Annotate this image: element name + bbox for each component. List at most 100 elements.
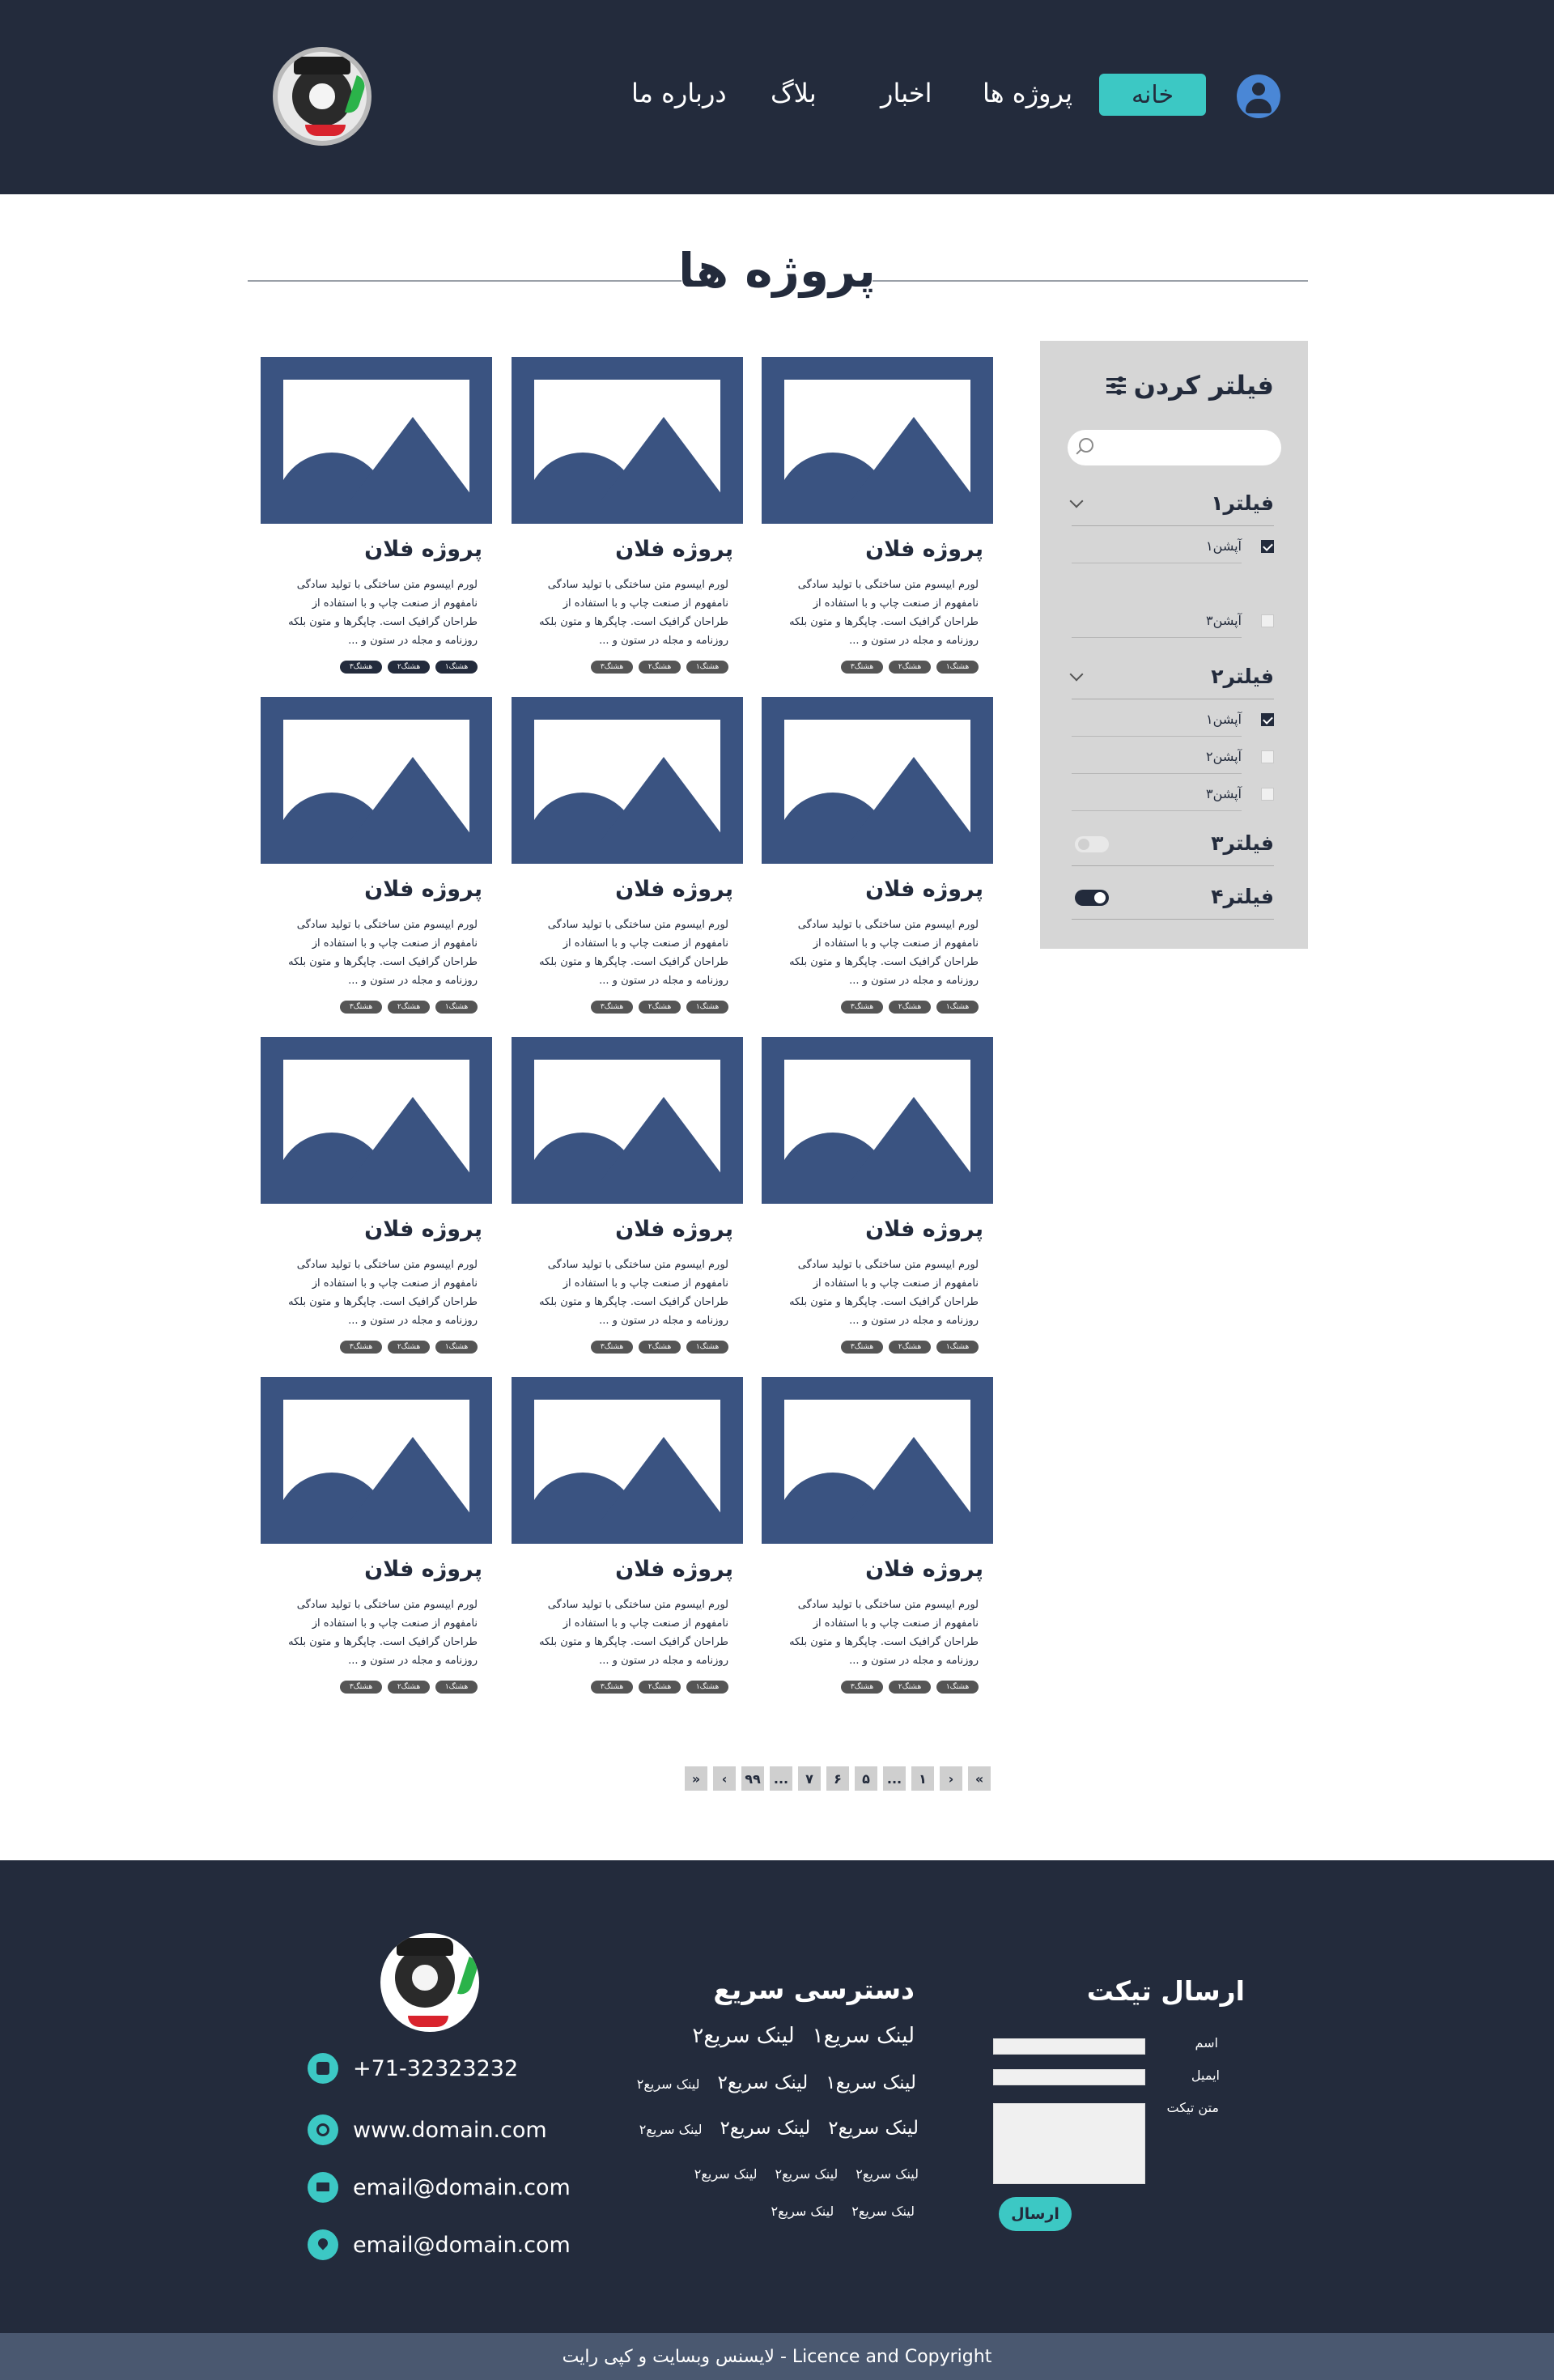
quick-link[interactable]: لینک سریع۲ [720,2118,811,2139]
image-placeholder-icon[interactable] [261,1377,492,1544]
user-avatar-icon[interactable] [1237,74,1280,118]
hashtag-badge[interactable]: هشتگ۳ [591,1001,633,1014]
page-button[interactable]: ۱ [911,1766,934,1791]
card-title[interactable]: پروژه فلان [615,877,733,902]
page-button[interactable]: ۶ [826,1766,849,1791]
hashtag-badge[interactable]: هشتگ۲ [639,1681,681,1694]
filter-3-toggle[interactable] [1075,836,1109,852]
project-card[interactable]: پروژه فلان لورم ایپسوم متن ساختگی با تول… [512,357,743,681]
hashtag-badge[interactable]: هشتگ۲ [388,1681,430,1694]
image-placeholder-icon[interactable] [512,1037,743,1204]
ticket-email-input[interactable] [993,2069,1145,2085]
brand-logo[interactable] [273,47,372,146]
hashtag-badge[interactable]: هشتگ۳ [841,1341,883,1354]
project-card[interactable]: پروژه فلان لورم ایپسوم متن ساختگی با تول… [512,697,743,1021]
hashtag-badge[interactable]: هشتگ۲ [388,661,430,674]
hashtag-badge[interactable]: هشتگ۲ [639,1001,681,1014]
filter-search-input[interactable] [1068,430,1281,465]
filter-group-2[interactable]: فیلتر۲ [1069,665,1274,699]
project-card[interactable]: پروژه فلان لورم ایپسوم متن ساختگی با تول… [512,1037,743,1361]
chevron-down-icon[interactable] [1069,667,1084,682]
image-placeholder-icon[interactable] [762,357,993,524]
hashtag-badge[interactable]: هشتگ۳ [591,1341,633,1354]
hashtag-badge[interactable]: هشتگ۱ [435,1681,478,1694]
card-title[interactable]: پروژه فلان [364,877,482,902]
page-button[interactable]: ۷ [798,1766,821,1791]
quick-link[interactable]: لینک سریع۲ [828,2118,919,2139]
nav-about[interactable]: درباره ما [631,78,727,108]
image-placeholder-icon[interactable] [762,1377,993,1544]
contact-email[interactable]: email@domain.com [308,2172,571,2203]
option-checkbox[interactable] [1261,713,1274,726]
quick-link[interactable]: لینک سریع۲ [694,2166,758,2182]
card-title[interactable]: پروژه فلان [865,877,983,902]
card-title[interactable]: پروژه فلان [364,537,482,562]
quick-link[interactable]: لینک سریع۲ [851,2204,915,2219]
hashtag-badge[interactable]: هشتگ۲ [889,1001,931,1014]
hashtag-badge[interactable]: هشتگ۱ [435,1341,478,1354]
image-placeholder-icon[interactable] [512,697,743,864]
project-card[interactable]: پروژه فلان لورم ایپسوم متن ساختگی با تول… [261,697,492,1021]
card-title[interactable]: پروژه فلان [364,1217,482,1242]
quick-link[interactable]: لینک سریع۲ [771,2204,834,2219]
nav-blog[interactable]: بلاگ [771,78,817,108]
page-button[interactable]: « [968,1766,991,1791]
quick-link[interactable]: لینک سریع۱ [813,2024,915,2048]
image-placeholder-icon[interactable] [261,357,492,524]
card-title[interactable]: پروژه فلان [865,1217,983,1242]
quick-link[interactable]: لینک سریع۲ [856,2166,919,2182]
image-placeholder-icon[interactable] [762,697,993,864]
hashtag-badge[interactable]: هشتگ۲ [639,1341,681,1354]
hashtag-badge[interactable]: هشتگ۳ [591,1681,633,1694]
hashtag-badge[interactable]: هشتگ۲ [388,1001,430,1014]
page-button[interactable]: ۹۹ [741,1766,764,1791]
ticket-name-input[interactable] [993,2038,1145,2055]
page-button[interactable]: › [940,1766,962,1791]
hashtag-badge[interactable]: هشتگ۲ [889,1681,931,1694]
chevron-down-icon[interactable] [1069,494,1084,508]
hashtag-badge[interactable]: هشتگ۱ [936,1341,979,1354]
option-checkbox[interactable] [1261,540,1274,553]
hashtag-badge[interactable]: هشتگ۳ [340,661,382,674]
image-placeholder-icon[interactable] [512,357,743,524]
hashtag-badge[interactable]: هشتگ۳ [841,661,883,674]
page-button[interactable]: ... [883,1766,906,1791]
image-placeholder-icon[interactable] [762,1037,993,1204]
ticket-send-button[interactable]: ارسال [999,2197,1072,2231]
ticket-body-textarea[interactable] [993,2103,1145,2184]
hashtag-badge[interactable]: هشتگ۱ [936,661,979,674]
hashtag-badge[interactable]: هشتگ۳ [340,1341,382,1354]
image-placeholder-icon[interactable] [261,1037,492,1204]
project-card[interactable]: پروژه فلان لورم ایپسوم متن ساختگی با تول… [762,697,993,1021]
hashtag-badge[interactable]: هشتگ۳ [841,1001,883,1014]
contact-phone[interactable]: +71-32323232 [308,2053,518,2084]
hashtag-badge[interactable]: هشتگ۱ [686,1341,728,1354]
footer-logo[interactable] [380,1933,479,2032]
hashtag-badge[interactable]: هشتگ۲ [639,661,681,674]
project-card[interactable]: پروژه فلان لورم ایپسوم متن ساختگی با تول… [512,1377,743,1701]
hashtag-badge[interactable]: هشتگ۳ [340,1681,382,1694]
page-button[interactable]: » [685,1766,707,1791]
filter-group-1[interactable]: فیلتر۱ [1069,491,1274,526]
hashtag-badge[interactable]: هشتگ۱ [686,661,728,674]
quick-link[interactable]: لینک سریع۲ [637,2076,700,2092]
project-card[interactable]: پروژه فلان لورم ایپسوم متن ساختگی با تول… [762,357,993,681]
card-title[interactable]: پروژه فلان [865,1557,983,1582]
project-card[interactable]: پروژه فلان لورم ایپسوم متن ساختگی با تول… [762,1037,993,1361]
nav-news[interactable]: اخبار [881,78,932,108]
image-placeholder-icon[interactable] [512,1377,743,1544]
hashtag-badge[interactable]: هشتگ۲ [889,661,931,674]
contact-location[interactable]: email@domain.com [308,2229,571,2260]
hashtag-badge[interactable]: هشتگ۱ [435,661,478,674]
card-title[interactable]: پروژه فلان [615,1557,733,1582]
project-card[interactable]: پروژه فلان لورم ایپسوم متن ساختگی با تول… [261,357,492,681]
hashtag-badge[interactable]: هشتگ۳ [340,1001,382,1014]
quick-link[interactable]: لینک سریع۲ [639,2122,703,2137]
hashtag-badge[interactable]: هشتگ۱ [435,1001,478,1014]
project-card[interactable]: پروژه فلان لورم ایپسوم متن ساختگی با تول… [261,1377,492,1701]
hashtag-badge[interactable]: هشتگ۱ [936,1001,979,1014]
hashtag-badge[interactable]: هشتگ۱ [936,1681,979,1694]
nav-home[interactable]: خانه [1099,74,1206,116]
quick-link[interactable]: لینک سریع۲ [692,2024,794,2048]
nav-projects[interactable]: پروژه ها [983,78,1072,108]
